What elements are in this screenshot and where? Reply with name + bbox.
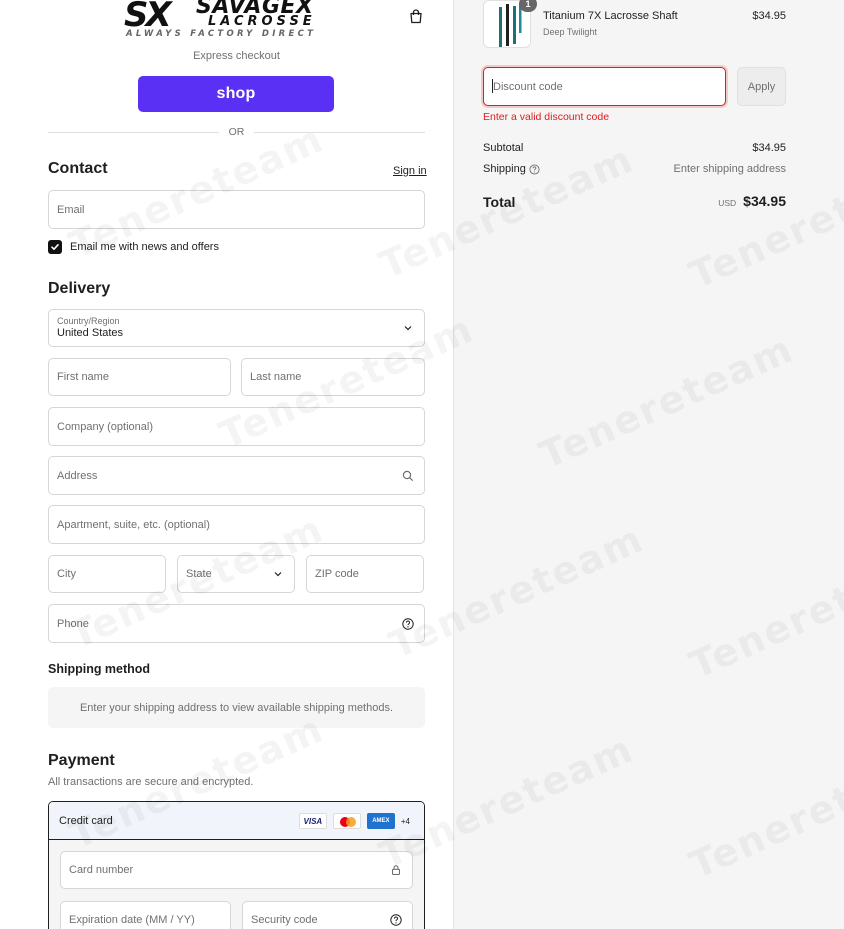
subtotal-label: Subtotal [483,142,523,154]
check-icon [51,244,59,250]
card-brand-list: VISA AMEX +4 [298,813,410,829]
expiration-date-field[interactable]: Expiration date (MM / YY) [60,901,231,929]
zip-placeholder: ZIP code [315,568,359,580]
total-value: $34.95 [743,193,786,209]
visa-icon: VISA [298,813,327,829]
amex-icon: AMEX [366,813,395,829]
order-summary-panel [453,0,844,929]
news-checkbox-label: Email me with news and offers [70,241,219,253]
contact-title: Contact [48,160,108,177]
shipping-method-title: Shipping method [48,662,151,676]
help-icon[interactable] [529,163,540,175]
news-checkbox[interactable] [48,240,62,254]
apartment-field[interactable]: Apartment, suite, etc. (optional) [48,505,425,544]
country-label: Country/Region [57,316,120,326]
delivery-title: Delivery [48,280,111,297]
total-value-row: USD $34.95 [640,193,786,209]
discount-error-message: Enter a valid discount code [483,111,610,123]
logo-sub: LACROSSE [208,14,316,29]
first-name-field[interactable]: First name [48,358,231,396]
phone-placeholder: Phone [57,617,89,630]
or-divider: OR [48,125,425,139]
or-label: OR [228,126,245,138]
card-number-field[interactable]: Card number [60,851,413,889]
state-placeholder: State [186,568,212,580]
checkout-form-panel: SX SAVAGEX LACROSSE ALWAYS FACTORY DIREC… [0,0,453,929]
shipping-method-message: Enter your shipping address to view avai… [48,687,425,728]
email-placeholder: Email [57,203,85,216]
credit-card-section: Credit card VISA AMEX +4 Card number Exp… [48,801,425,929]
express-checkout-label: Express checkout [193,50,280,62]
first-name-placeholder: First name [57,371,109,383]
address-placeholder: Address [57,469,98,482]
city-field[interactable]: City [48,555,166,593]
zip-field[interactable]: ZIP code [306,555,424,593]
country-value: United States [57,327,124,339]
apartment-placeholder: Apartment, suite, etc. (optional) [57,518,210,531]
discount-code-input[interactable]: Discount code [483,67,726,106]
shipping-label: Shipping [483,163,540,175]
help-icon[interactable] [390,914,402,926]
text-cursor [492,79,493,93]
credit-card-option[interactable]: Credit card VISA AMEX +4 [49,802,424,840]
last-name-field[interactable]: Last name [241,358,425,396]
mastercard-icon [332,813,361,829]
more-cards-count: +4 [400,816,410,826]
address-field[interactable]: Address [48,456,425,495]
lock-icon [391,865,401,876]
apply-discount-button[interactable]: Apply [737,67,786,106]
credit-card-label: Credit card [59,814,113,827]
phone-field[interactable]: Phone [48,604,425,643]
email-field[interactable]: Email [48,190,425,229]
security-code-field[interactable]: Security code [242,901,413,929]
product-variant: Deep Twilight [543,27,597,37]
company-placeholder: Company (optional) [57,420,153,433]
total-currency: USD [718,198,737,208]
discount-placeholder: Discount code [493,80,563,93]
shop-pay-button[interactable]: shop [138,76,334,112]
chevron-down-icon [404,326,412,331]
company-field[interactable]: Company (optional) [48,407,425,446]
logo-tagline: ALWAYS FACTORY DIRECT [126,29,317,39]
payment-title: Payment [48,752,115,769]
divider-line [254,131,425,133]
shipping-value: Enter shipping address [673,163,786,175]
card-fields: Card number Expiration date (MM / YY) Se… [49,840,424,929]
help-icon[interactable] [402,617,414,630]
search-icon [402,470,414,481]
total-label: Total [483,194,516,210]
shipping-label-text: Shipping [483,163,526,175]
savagex-logo[interactable]: SX SAVAGEX LACROSSE ALWAYS FACTORY DIREC… [124,0,350,40]
logo-mark: SX [124,0,172,35]
subtotal-label-text: Subtotal [483,142,524,154]
security-code-placeholder: Security code [251,914,318,926]
product-price: $34.95 [752,10,786,22]
state-select[interactable]: State [177,555,295,593]
news-checkbox-row[interactable]: Email me with news and offers [48,240,219,254]
shopping-bag-icon[interactable] [408,8,424,24]
last-name-placeholder: Last name [250,371,302,383]
chevron-down-icon [274,572,282,577]
card-number-placeholder: Card number [69,864,134,876]
sign-in-link[interactable]: Sign in [393,165,427,177]
expiration-placeholder: Expiration date (MM / YY) [69,914,195,926]
subtotal-value: $34.95 [752,142,786,154]
payment-subtitle: All transactions are secure and encrypte… [48,776,254,788]
country-select[interactable]: Country/Region United States [48,309,425,347]
city-placeholder: City [57,568,76,580]
divider-line [48,131,219,133]
product-name: Titanium 7X Lacrosse Shaft [543,10,678,22]
